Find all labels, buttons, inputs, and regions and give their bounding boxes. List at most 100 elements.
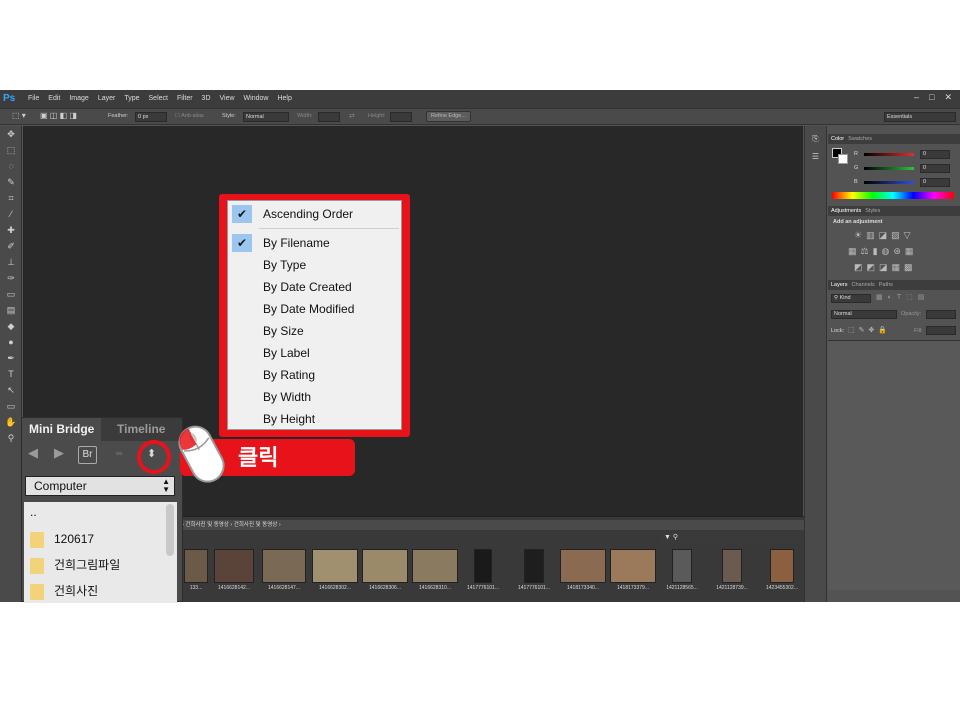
thumbnail[interactable] <box>412 549 458 583</box>
shape-tool-icon[interactable]: ▭ <box>0 398 22 414</box>
thumbnail[interactable] <box>184 549 208 583</box>
bridge-launch-button[interactable]: Br <box>78 446 97 464</box>
menu-view[interactable]: View <box>220 95 235 102</box>
menu-item-by-filename[interactable]: ✔ By Filename <box>228 232 403 254</box>
menu-item-by-type[interactable]: By Type <box>228 254 403 276</box>
tab-channels[interactable]: Channels <box>852 280 875 290</box>
move-tool-icon[interactable]: ✥ <box>0 126 22 142</box>
thumbnail[interactable] <box>560 549 606 583</box>
layers-list[interactable] <box>828 340 960 590</box>
zoom-tool-icon[interactable]: ⚲ <box>0 430 22 446</box>
folder-list-scrollbar[interactable] <box>166 504 174 556</box>
menu-edit[interactable]: Edit <box>48 95 60 102</box>
menu-item-by-date-modified[interactable]: By Date Modified <box>228 298 403 320</box>
tab-paths[interactable]: Paths <box>879 280 893 290</box>
green-value[interactable]: 0 <box>920 164 950 173</box>
location-select[interactable]: Computer ▲ ▼ <box>25 476 175 496</box>
marquee-tool-icon[interactable]: ⬚ <box>0 142 22 158</box>
thumbnail[interactable] <box>214 549 254 583</box>
tab-mini-bridge[interactable]: Mini Bridge <box>22 418 102 441</box>
forward-icon[interactable]: ▶ <box>54 445 64 461</box>
close-button[interactable]: ✕ <box>944 92 952 103</box>
eyedropper-tool-icon[interactable]: ⁄ <box>0 206 22 222</box>
fill-input[interactable] <box>926 326 956 335</box>
menu-help[interactable]: Help <box>277 95 291 102</box>
pen-tool-icon[interactable]: ✒ <box>0 350 22 366</box>
red-slider[interactable] <box>864 153 914 156</box>
menu-image[interactable]: Image <box>69 95 88 102</box>
menu-item-by-width[interactable]: By Width <box>228 386 403 408</box>
stamp-tool-icon[interactable]: ⊥ <box>0 254 22 270</box>
lock-icons[interactable]: ⬚✎✥🔒 <box>848 326 891 334</box>
crop-tool-icon[interactable]: ⌗ <box>0 190 22 206</box>
layer-filter-select[interactable]: ⚲ Kind <box>831 294 871 303</box>
menu-file[interactable]: File <box>28 95 39 102</box>
minimize-button[interactable]: – <box>914 92 919 103</box>
thumbnail[interactable] <box>474 549 492 583</box>
thumbnail[interactable] <box>672 549 692 583</box>
menu-item-by-height[interactable]: By Height <box>228 408 403 430</box>
opacity-input[interactable] <box>926 310 956 319</box>
adjustment-icons-row-1[interactable]: ☀▥◪▨▽ <box>854 230 915 241</box>
workspace-select[interactable]: Essentials <box>884 112 956 122</box>
menu-item-by-label[interactable]: By Label <box>228 342 403 364</box>
blue-slider[interactable] <box>864 181 914 184</box>
blur-tool-icon[interactable]: ◆ <box>0 318 22 334</box>
menu-filter[interactable]: Filter <box>177 95 193 102</box>
menu-window[interactable]: Window <box>244 95 269 102</box>
tab-styles[interactable]: Styles <box>865 206 880 216</box>
list-item[interactable]: 건희사진 <box>30 581 98 601</box>
tab-swatches[interactable]: Swatches <box>848 134 872 144</box>
height-input[interactable] <box>390 112 412 122</box>
refine-edge-button[interactable]: Refine Edge... <box>426 111 471 122</box>
brush-tool-icon[interactable]: ✐ <box>0 238 22 254</box>
thumbnail[interactable] <box>610 549 656 583</box>
list-item[interactable]: 120617 <box>30 529 94 549</box>
back-icon[interactable]: ◀ <box>28 445 38 461</box>
blend-mode-select[interactable]: Normal <box>831 310 897 319</box>
thumbnail[interactable] <box>524 549 544 583</box>
view-options-icon[interactable]: ▫▫ <box>116 448 122 458</box>
adjustment-icons-row-2[interactable]: ▦⚖▮◍⊛▦ <box>848 246 917 257</box>
hand-tool-icon[interactable]: ✋ <box>0 414 22 430</box>
path-select-tool-icon[interactable]: ↖ <box>0 382 22 398</box>
blue-value[interactable]: 0 <box>920 178 950 187</box>
style-select[interactable]: Normal <box>243 112 289 122</box>
properties-icon[interactable]: ☰ <box>805 152 826 161</box>
tab-adjustments[interactable]: Adjustments <box>831 206 861 216</box>
color-spectrum[interactable] <box>832 192 954 199</box>
healing-tool-icon[interactable]: ✚ <box>0 222 22 238</box>
thumbnail[interactable] <box>262 549 306 583</box>
menu-layer[interactable]: Layer <box>98 95 116 102</box>
history-brush-tool-icon[interactable]: ✑ <box>0 270 22 286</box>
tab-color[interactable]: Color <box>831 134 844 144</box>
filmstrip-search[interactable]: ▼ ⚲ <box>660 533 800 543</box>
maximize-button[interactable]: □ <box>929 92 934 103</box>
list-item[interactable]: 건희그림파일 <box>30 555 120 575</box>
filmstrip-path[interactable]: › 건희사진 및 동영상 › 건희사진 및 동영상 › <box>180 520 804 530</box>
menu-item-ascending-order[interactable]: ✔ Ascending Order <box>228 203 403 225</box>
menu-select[interactable]: Select <box>149 95 168 102</box>
swap-icon[interactable]: ⇄ <box>349 112 355 120</box>
dodge-tool-icon[interactable]: ● <box>0 334 22 350</box>
tab-timeline[interactable]: Timeline <box>110 418 172 441</box>
selection-mode-icons[interactable]: ▣ ◫ ◧ ◨ <box>40 111 77 120</box>
thumbnail[interactable] <box>770 549 794 583</box>
antialias-checkbox[interactable]: ☐ Anti-alias <box>175 113 204 119</box>
menu-item-by-size[interactable]: By Size <box>228 320 403 342</box>
width-input[interactable] <box>318 112 340 122</box>
green-slider[interactable] <box>864 167 914 170</box>
feather-input[interactable]: 0 px <box>135 112 167 122</box>
thumbnail[interactable] <box>722 549 742 583</box>
menu-item-by-date-created[interactable]: By Date Created <box>228 276 403 298</box>
list-item[interactable]: .. <box>30 502 37 522</box>
lasso-tool-icon[interactable]: ◌ <box>0 158 22 174</box>
thumbnail[interactable] <box>362 549 408 583</box>
marquee-tool-icon[interactable]: ⬚ ▾ <box>12 111 26 120</box>
layer-filter-icons[interactable]: ▦◐T⬚▤ <box>876 293 929 301</box>
eraser-tool-icon[interactable]: ▭ <box>0 286 22 302</box>
red-value[interactable]: 0 <box>920 150 950 159</box>
quick-select-tool-icon[interactable]: ✎ <box>0 174 22 190</box>
menu-type[interactable]: Type <box>124 95 139 102</box>
menu-3d[interactable]: 3D <box>202 95 211 102</box>
